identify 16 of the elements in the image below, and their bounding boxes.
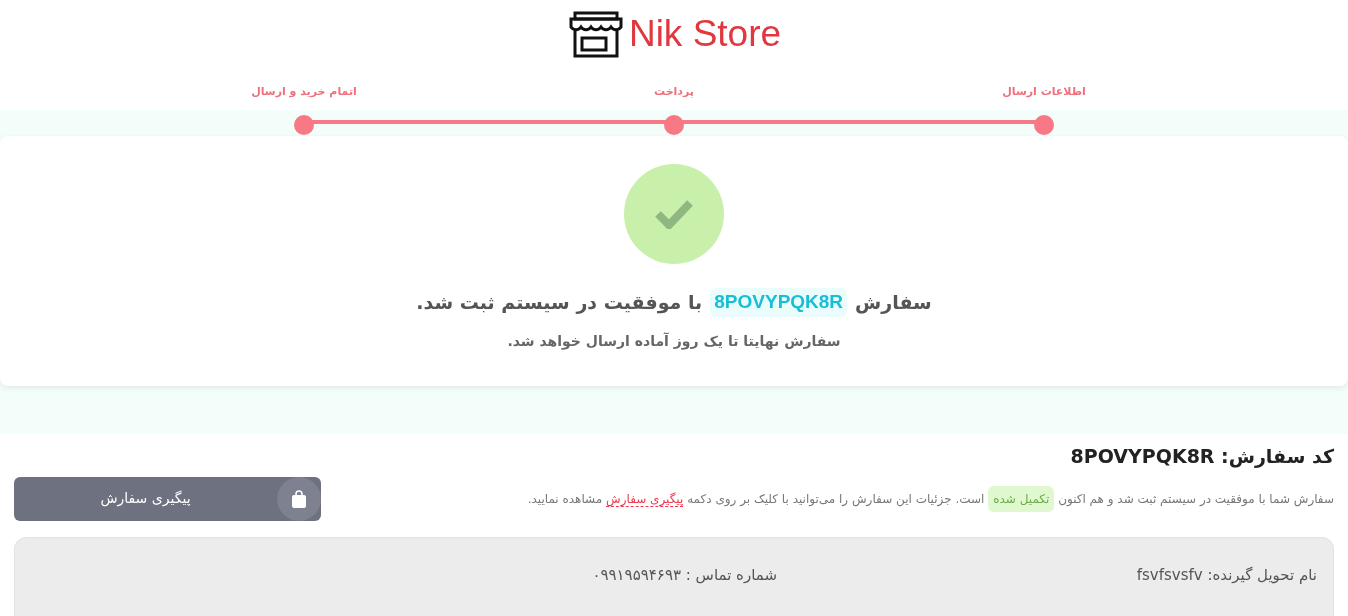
check-icon [654,199,694,229]
bag-icon [291,489,307,508]
track-order-button[interactable]: پیگیری سفارش [14,476,321,521]
tracking-link[interactable]: پیگیری سفارش [606,491,684,507]
success-text: با موفقیت در سیستم ثبت شد. [416,290,703,316]
order-title: کد سفارش: 8POVYPQK8R [1069,444,1334,470]
status-badge: تکمیل شده [988,485,1055,512]
step-label: پرداخت [654,84,694,100]
order-code: 8POVYPQK8R [710,288,848,317]
brand-name: Nik Store [628,12,782,57]
delivery-note: سفارش نهایتا تا یک روز آماده ارسال خواهد شد. [507,331,841,352]
step-label: اطلاعات ارسال [1002,84,1086,100]
success-text: سفارش [855,290,932,316]
step-label: اتمام خرید و ارسال [251,84,357,100]
recipient-name: نام تحویل گیرنده: fsvfsvsfv [1135,564,1317,586]
phone-number: شماره تماس : ۰۹۹۱۹۵۹۴۶۹۳ [592,564,777,586]
